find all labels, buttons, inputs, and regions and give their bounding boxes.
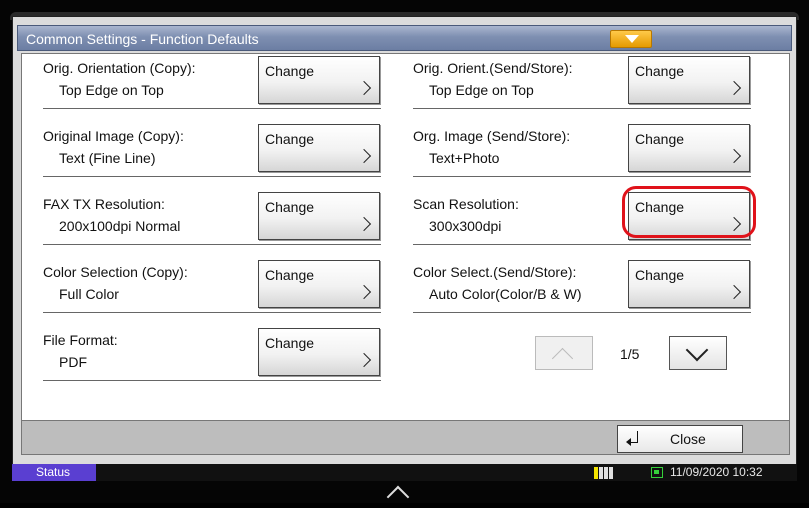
touch-screen: Common Settings - Function Defaults Orig…: [12, 16, 797, 481]
page-down-button[interactable]: [669, 336, 727, 370]
change-button-file-format[interactable]: Change: [258, 328, 380, 376]
chevron-right-icon: [726, 284, 742, 300]
toner-level-icon: [594, 467, 614, 479]
button-label: Change: [265, 335, 315, 351]
change-button-scan-resolution[interactable]: Change: [628, 192, 750, 240]
change-button-color-select-send-store[interactable]: Change: [628, 260, 750, 308]
change-button-fax-tx-resolution[interactable]: Change: [258, 192, 380, 240]
chevron-right-icon: [726, 80, 742, 96]
setting-label: Original Image (Copy):: [43, 128, 184, 144]
setting-value: Top Edge on Top: [429, 82, 534, 98]
setting-value: Full Color: [59, 286, 119, 302]
divider: [43, 108, 381, 109]
toner-cyan: [599, 467, 603, 479]
chevron-down-icon: [685, 338, 709, 362]
change-button-color-selection-copy[interactable]: Change: [258, 260, 380, 308]
setting-value: 200x100dpi Normal: [59, 218, 181, 234]
change-button-orig-orient-send-store[interactable]: Change: [628, 56, 750, 104]
toner-yellow: [594, 467, 598, 479]
setting-value: Text (Fine Line): [59, 150, 156, 166]
close-label: Close: [670, 431, 706, 447]
setting-value: Top Edge on Top: [59, 82, 164, 98]
divider: [413, 244, 751, 245]
return-icon: [626, 431, 638, 446]
setting-value: Auto Color(Color/B & W): [429, 286, 582, 302]
settings-list: Orig. Orientation (Copy): Top Edge on To…: [21, 53, 790, 421]
chevron-right-icon: [356, 284, 372, 300]
button-label: Change: [265, 267, 315, 283]
button-label: Change: [635, 63, 685, 79]
chevron-right-icon: [356, 80, 372, 96]
divider: [413, 176, 751, 177]
toner-magenta: [604, 467, 608, 479]
setting-label: FAX TX Resolution:: [43, 196, 165, 212]
change-button-orig-orientation-copy[interactable]: Change: [258, 56, 380, 104]
toner-black: [609, 467, 613, 479]
status-bar: Status 11/09/2020 10:32: [12, 464, 797, 481]
button-label: Change: [265, 131, 315, 147]
setting-value: PDF: [59, 354, 87, 370]
button-label: Change: [635, 199, 685, 215]
button-label: Change: [265, 199, 315, 215]
divider: [43, 312, 381, 313]
page-up-button[interactable]: [535, 336, 593, 370]
chevron-right-icon: [726, 216, 742, 232]
setting-value: Text+Photo: [429, 150, 500, 166]
title-bar: Common Settings - Function Defaults: [17, 25, 792, 51]
status-datetime: 11/09/2020 10:32: [670, 465, 763, 479]
divider: [43, 176, 381, 177]
setting-label: Color Select.(Send/Store):: [413, 264, 577, 280]
chevron-right-icon: [726, 148, 742, 164]
status-button[interactable]: Status: [12, 464, 96, 481]
setting-label: Scan Resolution:: [413, 196, 519, 212]
button-label: Change: [635, 131, 685, 147]
setting-label: File Format:: [43, 332, 118, 348]
close-button[interactable]: Close: [617, 425, 743, 453]
button-label: Change: [635, 267, 685, 283]
chevron-right-icon: [356, 352, 372, 368]
change-button-org-image-send-store[interactable]: Change: [628, 124, 750, 172]
network-icon: [651, 467, 663, 478]
chevron-up-icon: [551, 347, 574, 370]
chevron-right-icon: [356, 148, 372, 164]
page-indicator: 1/5: [620, 346, 640, 362]
setting-label: Color Selection (Copy):: [43, 264, 188, 280]
page-title: Common Settings - Function Defaults: [26, 31, 259, 47]
chevron-right-icon: [356, 216, 372, 232]
button-label: Change: [265, 63, 315, 79]
setting-label: Orig. Orientation (Copy):: [43, 60, 196, 76]
divider: [413, 312, 751, 313]
setting-value: 300x300dpi: [429, 218, 502, 234]
setting-label: Org. Image (Send/Store):: [413, 128, 571, 144]
status-label: Status: [36, 465, 71, 479]
divider: [413, 108, 751, 109]
expand-tab-icon[interactable]: [610, 30, 652, 48]
change-button-original-image-copy[interactable]: Change: [258, 124, 380, 172]
divider: [43, 244, 381, 245]
divider: [43, 380, 381, 381]
setting-label: Orig. Orient.(Send/Store):: [413, 60, 573, 76]
